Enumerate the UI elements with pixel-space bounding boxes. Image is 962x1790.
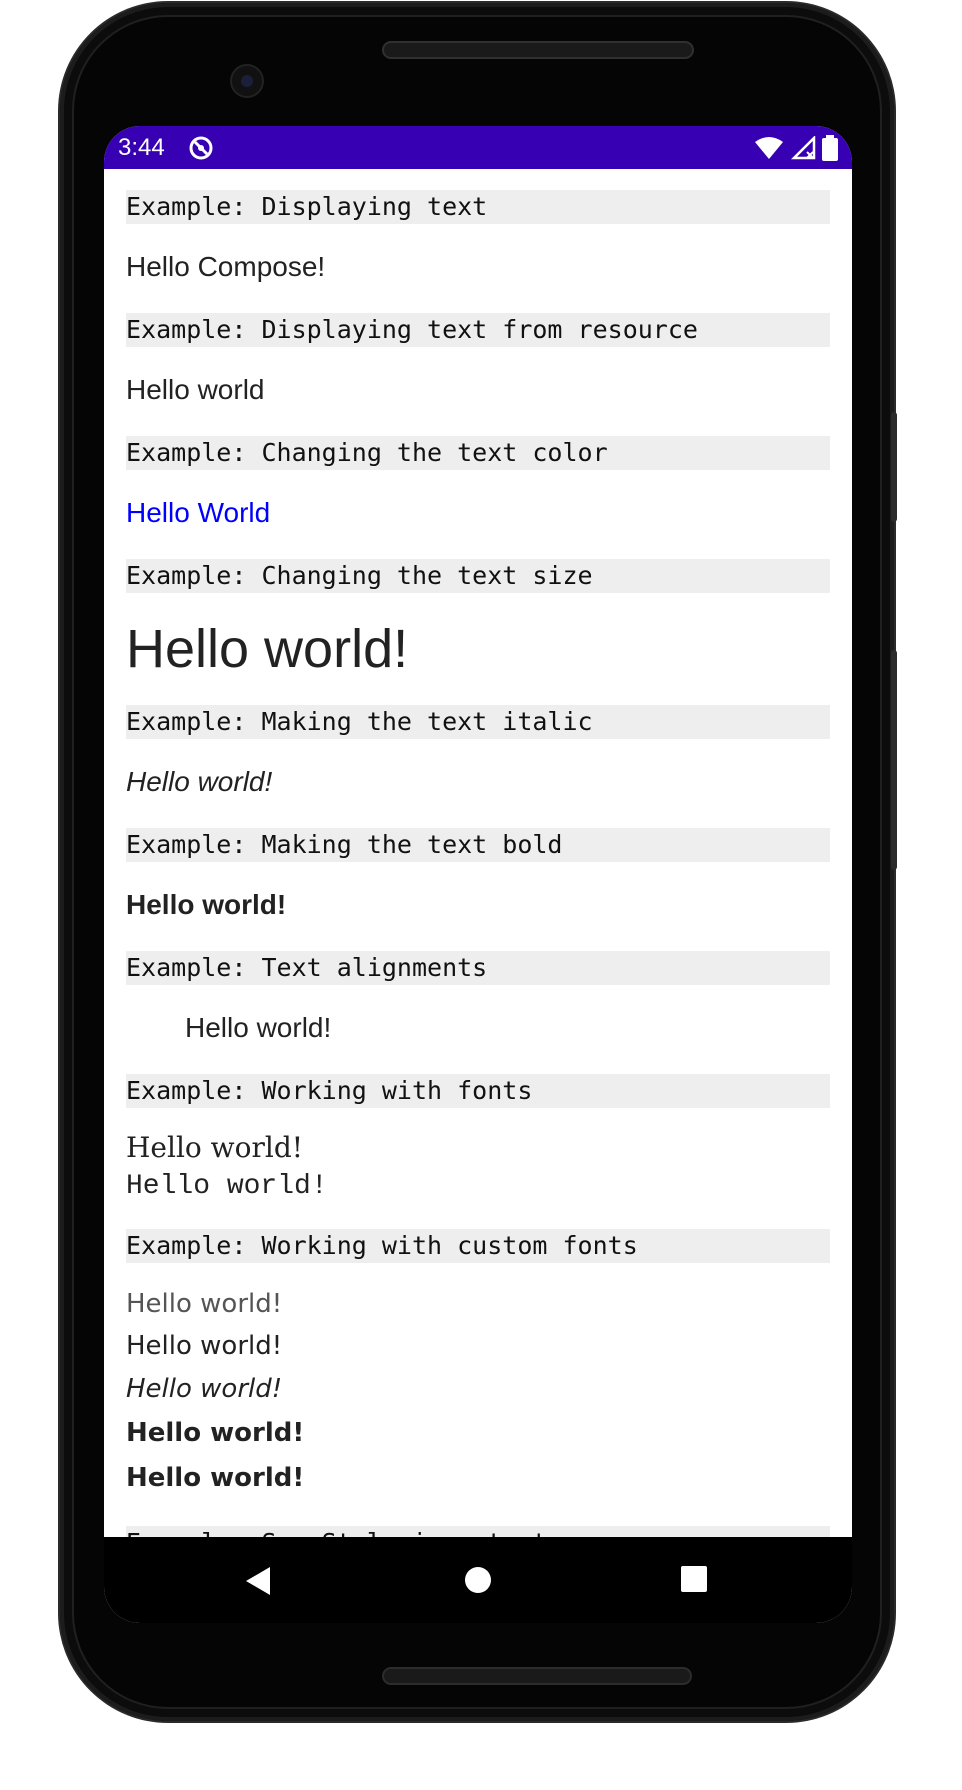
sample-text-monospace: Hello world!	[126, 1171, 328, 1202]
sync-icon	[189, 136, 213, 160]
example-header: Example: Changing the text size	[126, 559, 830, 593]
wifi-icon	[755, 137, 783, 159]
sample-text-custom-bold: Hello world!	[126, 1463, 305, 1493]
example-header: Example: Displaying text	[126, 190, 830, 224]
volume-button	[891, 412, 897, 522]
sample-text-bold: Hello world!	[126, 889, 287, 920]
examples-list[interactable]: Example: Displaying text Hello Compose! …	[126, 190, 830, 1560]
app-screen: 3:44 Example: Displaying text Hello Comp…	[104, 126, 852, 1623]
power-button	[891, 650, 897, 870]
status-bar: 3:44	[104, 126, 852, 169]
sample-text: Hello Compose!	[126, 251, 326, 282]
bottom-speaker	[382, 1667, 692, 1685]
status-time: 3:44	[118, 134, 165, 161]
sample-text-custom-medium: Hello world!	[126, 1418, 305, 1448]
example-header: Example: Making the text bold	[126, 828, 830, 862]
navigation-bar	[104, 1537, 852, 1623]
sample-text-custom-regular: Hello world!	[126, 1331, 283, 1361]
example-header: Example: Displaying text from resource	[126, 313, 830, 347]
sample-text-italic: Hello world!	[126, 766, 273, 797]
example-header: Example: Working with fonts	[126, 1074, 830, 1108]
sample-text-colored: Hello World	[126, 497, 271, 528]
home-circle-icon[interactable]	[463, 1565, 493, 1595]
earpiece-speaker	[382, 41, 694, 59]
front-camera-icon	[230, 64, 264, 98]
recents-square-icon[interactable]	[680, 1565, 708, 1593]
example-header: Example: Changing the text color	[126, 436, 830, 470]
example-header: Example: Text alignments	[126, 951, 830, 985]
signal-icon	[790, 136, 816, 160]
back-triangle-icon[interactable]	[244, 1565, 272, 1597]
example-header: Example: Making the text italic	[126, 705, 830, 739]
battery-icon	[822, 135, 838, 161]
example-header: Example: Working with custom fonts	[126, 1229, 830, 1263]
sample-text-custom-light: Hello world!	[126, 1289, 283, 1319]
sample-text-from-resource: Hello world	[126, 374, 265, 405]
sample-text-large: Hello world!	[126, 619, 409, 679]
sample-text-serif: Hello world!	[126, 1131, 303, 1164]
sample-text-aligned: Hello world!	[185, 1012, 332, 1043]
sample-text-custom-italic: Hello world!	[126, 1374, 283, 1404]
status-icons	[754, 135, 838, 161]
